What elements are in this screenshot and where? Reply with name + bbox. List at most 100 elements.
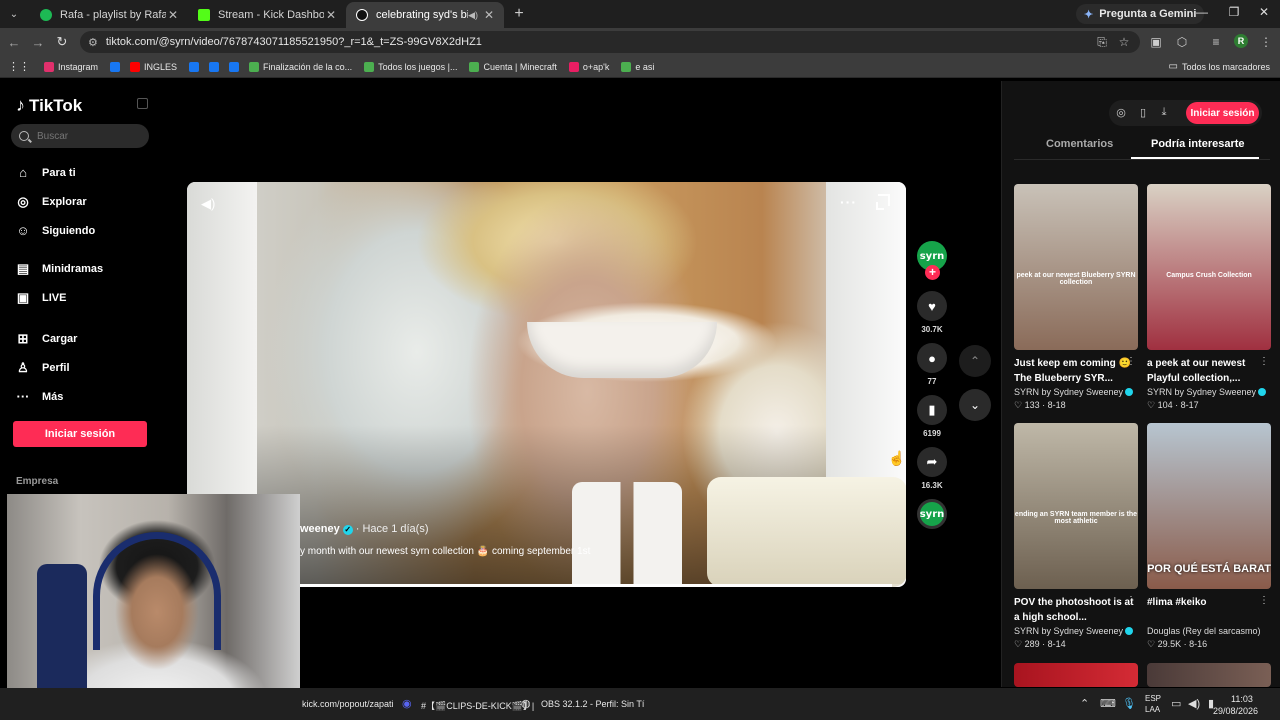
bookmark-item[interactable]: Todos los juegos |... [364,61,457,72]
bookmark-item[interactable] [229,61,243,72]
follow-plus-icon[interactable]: + [925,265,940,280]
video-author[interactable]: weeney ✓ · Hace 1 día(s) [300,523,429,535]
recommended-video-card[interactable]: Campus Crush Collection a peek at our ne… [1147,184,1271,411]
browser-tab-tiktok[interactable]: celebrating syd's birthday ◀) ✕ [346,2,504,28]
phone-icon[interactable]: ▯ [1136,106,1150,119]
video-thumbnail[interactable]: peek at our newest Blueberry SYRN collec… [1014,184,1138,350]
card-title[interactable]: #lima #keiko [1147,595,1271,625]
sidebar-item-cargar[interactable]: ⊞ Cargar [16,331,78,347]
bookmark-item[interactable]: o+ap'k [568,61,609,72]
next-card-thumb[interactable] [1147,663,1271,687]
clock-date[interactable]: 29/08/2026 [1213,706,1258,716]
download-icon[interactable]: ⤓ [1157,106,1171,119]
bookmark-star-icon[interactable]: ☆ [1116,35,1132,49]
card-author[interactable]: Douglas (Rey del sarcasmo) [1147,626,1271,636]
sidebar-item-explorar[interactable]: ◎ Explorar [16,194,86,210]
comment-action[interactable]: ● 77 [917,343,947,386]
site-info-icon[interactable]: ⚙ [88,36,98,49]
extensions-icon[interactable]: ⬡ [1174,35,1190,49]
login-button[interactable]: Iniciar sesión [13,421,147,447]
microphone-icon[interactable]: 🎙 [1122,697,1136,710]
close-tab-icon[interactable]: ✕ [166,8,180,22]
previous-video-button[interactable]: ⌃ [959,345,991,377]
close-tab-icon[interactable]: ✕ [324,8,338,22]
share-icon[interactable]: ➦ [917,447,947,477]
bookmark-item[interactable]: Cuenta | Minecraft [469,61,557,72]
heart-icon[interactable]: ♥ [917,291,947,321]
sidebar-item-siguiendo[interactable]: ☺ Siguiendo [16,223,95,238]
taskbar-discord[interactable]: #【🎬CLIPS-DE-KICK🎬】| [421,699,534,712]
card-author[interactable]: SYRN by Sydney Sweeney [1014,387,1138,397]
more-options-icon[interactable]: ⋮ [1259,356,1269,367]
tray-chevron-icon[interactable]: ⌃ [1080,697,1089,710]
all-bookmarks-button[interactable]: ▭ Todos los marcadores [1169,61,1271,72]
maximize-button[interactable]: ❐ [1224,5,1244,19]
video-thumbnail[interactable]: Campus Crush Collection [1147,184,1271,350]
chrome-menu-icon[interactable]: ⋮ [1258,35,1274,49]
close-tab-icon[interactable]: ✕ [482,8,496,22]
tab-search-icon[interactable]: ⌄ [4,4,24,24]
network-icon[interactable]: ▭ [1171,697,1181,710]
tab-groups-icon[interactable]: ≡ [1208,35,1224,49]
music-disc[interactable]: syrn [917,499,947,529]
forward-button[interactable]: → [26,35,50,50]
install-app-icon[interactable]: ⎘ [1094,35,1110,50]
bookmark-icon[interactable]: ▮ [917,395,947,425]
card-author[interactable]: SYRN by Sydney Sweeney [1014,626,1138,636]
sidebar-item-para-ti[interactable]: ⌂ Para ti [16,165,76,180]
gemini-button[interactable]: ✦ Pregunta a Gemini [1076,4,1205,24]
more-options-icon[interactable]: ··· [840,194,857,210]
back-button[interactable]: ← [2,35,26,50]
company-label[interactable]: Empresa [16,476,58,487]
language-code[interactable]: ESP [1145,694,1161,703]
collapse-sidebar-icon[interactable] [137,98,148,109]
comment-icon[interactable]: ● [917,343,947,373]
recommended-video-card[interactable]: POR QUÉ ESTÁ BARAT #lima #keiko ⋮ Dougla… [1147,423,1271,650]
panel-login-button[interactable]: Iniciar sesión [1186,102,1259,124]
taskbar-obs[interactable]: OBS 32.1.2 - Perfil: Sin Tí [541,699,644,709]
sidebar-item-live[interactable]: ▣ LIVE [16,290,67,306]
tab-recommended[interactable]: Podría interesarte [1151,138,1245,150]
bookmark-item[interactable]: Finalización de la co... [249,61,352,72]
bookmark-item[interactable] [209,61,223,72]
fullscreen-icon[interactable] [876,194,890,210]
volume-tray-icon[interactable]: ◀) [1188,697,1200,710]
more-options-icon[interactable]: ⋮ [1126,356,1136,367]
language-layout[interactable]: LAA [1145,705,1160,714]
more-options-icon[interactable]: ⋮ [1126,595,1136,606]
tiktok-logo[interactable]: ♪ TikTok [16,95,82,116]
card-title[interactable]: Just keep em coming 🙂 The Blueberry SYR.… [1014,356,1138,386]
bookmark-item[interactable] [189,61,203,72]
apps-icon[interactable]: ⋮⋮ [8,60,30,73]
save-action[interactable]: ▮ 6199 [917,395,947,438]
like-action[interactable]: ♥ 30.7K [917,291,947,334]
obs-icon[interactable]: ◍ [521,697,531,710]
minimize-button[interactable]: — [1192,5,1212,19]
clock-time[interactable]: 11:03 [1231,694,1253,704]
search-box[interactable] [11,124,149,148]
video-thumbnail[interactable]: POR QUÉ ESTÁ BARAT [1147,423,1271,589]
recommended-video-card[interactable]: peek at our newest Blueberry SYRN collec… [1014,184,1138,411]
compass-icon[interactable]: ◎ [1114,106,1128,119]
browser-tab-spotify[interactable]: Rafa - playlist by Rafael.xared | ✕ [30,2,188,28]
share-action[interactable]: ➦ 16.3K [917,447,947,490]
address-bar[interactable]: ⚙ tiktok.com/@syrn/video/767874307118552… [80,31,1140,53]
sidebar-item-m-s[interactable]: ··· Más [16,389,64,404]
media-icon[interactable]: ▣ [1148,35,1164,49]
card-title[interactable]: POV the photoshoot is at a high school..… [1014,595,1138,625]
discord-icon[interactable]: ◉ [402,697,412,710]
recommended-video-card[interactable]: ending an SYRN team member is the most a… [1014,423,1138,650]
reload-button[interactable]: ↻ [50,34,74,50]
taskbar-kick-popout[interactable]: kick.com/popout/zapati [302,699,394,709]
card-author[interactable]: SYRN by Sydney Sweeney [1147,387,1271,397]
sidebar-item-perfil[interactable]: ♙ Perfil [16,360,69,376]
close-window-button[interactable]: ✕ [1254,5,1274,19]
bookmark-item[interactable] [110,61,124,72]
sidebar-item-minidramas[interactable]: ▤ Minidramas [16,261,103,277]
next-video-button[interactable]: ⌄ [959,389,991,421]
keyboard-icon[interactable]: ⌨ [1100,697,1116,710]
volume-icon[interactable]: ◀) [201,196,215,212]
bookmark-item[interactable]: Instagram [44,61,98,72]
search-input[interactable] [37,130,137,142]
tab-audio-icon[interactable]: ◀) [468,10,478,21]
